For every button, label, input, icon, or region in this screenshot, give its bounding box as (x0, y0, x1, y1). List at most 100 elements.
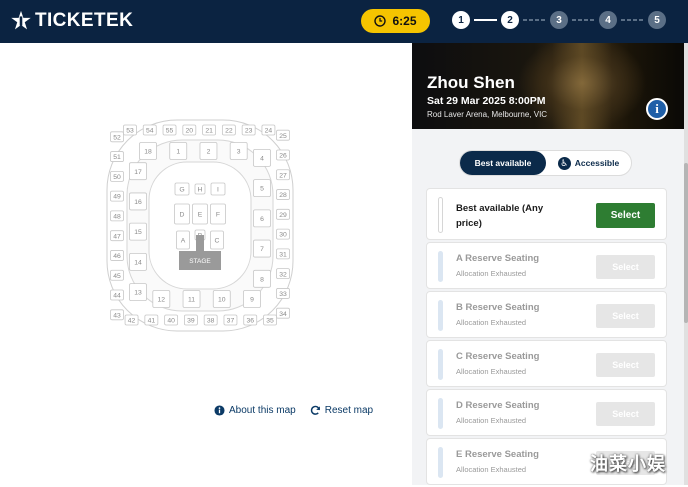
info-icon (214, 405, 225, 416)
svg-text:3: 3 (237, 149, 241, 156)
seat-section-7[interactable]: 7 (253, 239, 271, 258)
svg-text:17: 17 (134, 169, 142, 176)
venue-seat-map[interactable]: 5253 54 55 20 21 22 23 242526272829303132333435… (105, 118, 295, 333)
svg-text:20: 20 (186, 128, 194, 135)
seat-section-45[interactable]: 45 (110, 269, 124, 281)
seat-section-54[interactable]: 54 (142, 124, 157, 136)
floor-section-I[interactable]: I (210, 182, 226, 196)
seat-section-20[interactable]: 20 (182, 124, 197, 136)
seat-section-33[interactable]: 33 (276, 288, 290, 299)
seat-section-42[interactable]: 42 (124, 314, 139, 326)
brand-name: TICKETEK (35, 10, 134, 31)
seat-section-3[interactable]: 3 (229, 142, 248, 160)
floor-section-A[interactable]: A (176, 230, 190, 250)
select-button-disabled: Select (596, 304, 655, 328)
svg-text:44: 44 (113, 293, 121, 300)
floor-section-F[interactable]: F (210, 203, 226, 225)
svg-text:5: 5 (260, 186, 264, 193)
seat-section-12[interactable]: 12 (152, 290, 171, 308)
floor-section-H[interactable]: H (194, 183, 206, 195)
seat-section-36[interactable]: 36 (243, 314, 258, 326)
seat-section-15[interactable]: 15 (129, 222, 147, 241)
seat-map-area: 52 53 54 55 20 21 22 23 24 25 26 27 28 29 30 31 32 33 34 35… (0, 43, 412, 485)
seat-section-14[interactable]: 14 (129, 252, 147, 271)
ticket-status: Allocation Exhausted (456, 416, 527, 425)
clock-icon (374, 15, 387, 27)
svg-text:STAGE: STAGE (189, 258, 211, 265)
seat-section-40[interactable]: 40 (164, 314, 179, 326)
seat-section-37[interactable]: 37 (223, 314, 238, 326)
seat-section-31[interactable]: 31 (276, 248, 290, 260)
svg-text:35: 35 (266, 318, 274, 325)
panel-scrollbar[interactable] (684, 43, 688, 485)
seat-section-52[interactable]: 52 (110, 131, 124, 143)
seat-section-10[interactable]: 10 (212, 290, 231, 308)
ticket-option-best-available: Best available (Any price) Select (426, 188, 667, 240)
seat-section-16[interactable]: 16 (129, 192, 147, 211)
seat-section-28[interactable]: 28 (276, 189, 290, 200)
svg-text:15: 15 (134, 229, 142, 236)
svg-text:43: 43 (113, 312, 121, 319)
seat-section-18[interactable]: 18 (139, 142, 157, 160)
seat-section-11[interactable]: 11 (182, 290, 201, 308)
seat-section-46[interactable]: 46 (110, 250, 124, 261)
seat-section-49[interactable]: 49 (110, 190, 124, 202)
floor-section-D[interactable]: D (174, 203, 190, 225)
svg-text:51: 51 (113, 154, 121, 161)
seat-section-21[interactable]: 21 (202, 124, 216, 136)
ticket-status: Allocation Exhausted (456, 367, 527, 376)
floor-section-G[interactable]: G (174, 182, 190, 196)
event-info-button[interactable]: i (646, 98, 668, 120)
select-button[interactable]: Select (596, 203, 655, 228)
reset-map-link[interactable]: Reset map (310, 405, 373, 416)
seat-section-27[interactable]: 27 (276, 169, 290, 181)
seat-section-9[interactable]: 9 (243, 290, 261, 308)
seat-section-34[interactable]: 34 (276, 307, 290, 319)
seat-section-30[interactable]: 30 (276, 228, 290, 240)
step-4: 4 (599, 11, 617, 29)
svg-text:A: A (181, 238, 186, 245)
seat-section-39[interactable]: 39 (184, 314, 198, 326)
scroll-thumb[interactable] (684, 163, 688, 323)
seat-section-43[interactable]: 43 (110, 309, 124, 321)
seat-section-38[interactable]: 38 (203, 314, 218, 326)
seat-section-29[interactable]: 29 (276, 208, 290, 220)
seat-section-32[interactable]: 32 (276, 268, 290, 280)
seat-section-26[interactable]: 26 (276, 149, 290, 161)
seat-section-53[interactable]: 53 (123, 124, 137, 136)
seat-section-24[interactable]: 24 (261, 124, 276, 136)
price-color-bar (438, 447, 443, 478)
ticketek-logo[interactable]: TICKETEK (10, 9, 133, 33)
seat-section-4[interactable]: 4 (253, 149, 271, 167)
svg-text:45: 45 (113, 273, 121, 280)
seat-section-35[interactable]: 35 (263, 314, 277, 326)
seat-section-44[interactable]: 44 (110, 289, 124, 301)
svg-text:11: 11 (188, 297, 195, 304)
seat-section-25[interactable]: 25 (276, 129, 290, 141)
about-map-link[interactable]: About this map (214, 405, 296, 416)
seat-section-6[interactable]: 6 (253, 209, 271, 228)
seat-section-1[interactable]: 1 (169, 142, 188, 160)
seat-section-2[interactable]: 2 (199, 142, 218, 160)
seat-section-22[interactable]: 22 (221, 124, 236, 136)
svg-text:31: 31 (279, 251, 287, 258)
accessible-tab[interactable]: ♿ Accessible (546, 151, 631, 175)
seat-section-41[interactable]: 41 (144, 314, 159, 326)
seat-section-51[interactable]: 51 (110, 151, 124, 162)
seat-section-5[interactable]: 5 (253, 179, 271, 198)
ticket-name: Best available (Any price) (456, 203, 544, 229)
seat-section-8[interactable]: 8 (253, 269, 271, 288)
floor-section-C[interactable]: C (210, 230, 224, 250)
seat-section-17[interactable]: 17 (129, 162, 147, 181)
svg-text:48: 48 (113, 214, 121, 221)
seat-section-13[interactable]: 13 (129, 283, 147, 301)
seat-section-47[interactable]: 47 (110, 230, 124, 242)
floor-section-E[interactable]: E (192, 203, 208, 225)
seat-section-48[interactable]: 48 (110, 210, 124, 222)
best-available-tab[interactable]: Best available (460, 151, 546, 175)
svg-text:10: 10 (218, 297, 226, 304)
seat-section-23[interactable]: 23 (241, 124, 256, 136)
seat-section-55[interactable]: 55 (162, 124, 177, 136)
seat-section-50[interactable]: 50 (110, 170, 124, 182)
svg-text:55: 55 (166, 128, 174, 135)
